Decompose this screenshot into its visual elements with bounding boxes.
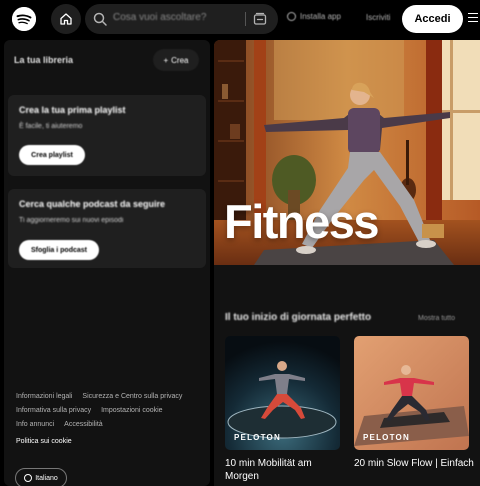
legal-links: Informazioni legali Sicurezza e Centro su… bbox=[16, 390, 206, 432]
create-button[interactable]: + Crea bbox=[153, 49, 199, 71]
episode-tile[interactable]: PELOTON bbox=[354, 336, 469, 450]
legal-link[interactable]: Sicurezza e Centro sulla privacy bbox=[82, 393, 182, 400]
fitness-hero-banner[interactable]: Fitness bbox=[214, 40, 480, 265]
peloton-brand: PELOTON bbox=[234, 433, 281, 442]
legal-link[interactable]: Accessibilità bbox=[64, 421, 103, 428]
section-title: Il tuo inizio di giornata perfetto bbox=[225, 312, 372, 323]
create-playlist-button[interactable]: Crea playlist bbox=[19, 145, 85, 165]
download-icon bbox=[287, 12, 296, 21]
browse-icon[interactable] bbox=[252, 11, 268, 27]
main-content: Fitness Il tuo inizio di giornata perfet… bbox=[214, 40, 480, 486]
episode-tile[interactable]: PELOTON bbox=[225, 336, 340, 450]
episode-title[interactable]: 10 min Mobilität am Morgen bbox=[225, 457, 345, 483]
show-all-link[interactable]: Mostra tutto bbox=[418, 315, 455, 322]
browse-podcasts-button[interactable]: Sfoglia i podcast bbox=[19, 240, 99, 260]
peloton-brand: PELOTON bbox=[363, 433, 410, 442]
install-app-label: Installa app bbox=[300, 12, 341, 21]
browse-podcasts-card: Cerca qualche podcast da seguire Ti aggi… bbox=[8, 189, 206, 268]
library-title: La tua libreria bbox=[14, 55, 74, 65]
legal-link[interactable]: Impostazioni cookie bbox=[101, 407, 162, 414]
library-sidebar: La tua libreria + Crea Crea la tua prima… bbox=[4, 40, 210, 486]
create-label: Crea bbox=[171, 55, 189, 65]
search-icon bbox=[93, 12, 107, 26]
search-input[interactable]: Cosa vuoi ascoltare? bbox=[113, 12, 206, 23]
create-playlist-card: Crea la tua prima playlist È facile, ti … bbox=[8, 95, 206, 176]
home-icon bbox=[60, 13, 72, 25]
browse-podcasts-title: Cerca qualche podcast da seguire bbox=[19, 199, 166, 209]
plus-icon: + bbox=[163, 55, 169, 65]
search-divider bbox=[245, 12, 246, 26]
create-playlist-subtitle: È facile, ti aiuteremo bbox=[19, 123, 83, 130]
spotify-logo-icon[interactable] bbox=[12, 7, 36, 31]
login-button[interactable]: Accedi bbox=[402, 5, 463, 33]
cookie-policy-link[interactable]: Politica sui cookie bbox=[16, 438, 72, 445]
home-button[interactable] bbox=[51, 4, 81, 34]
install-app-link[interactable]: Installa app bbox=[287, 12, 341, 21]
top-bar: Cosa vuoi ascoltare? Installa app Iscriv… bbox=[0, 0, 480, 38]
legal-link[interactable]: Informazioni legali bbox=[16, 393, 72, 400]
signup-link[interactable]: Iscriviti bbox=[366, 13, 390, 22]
hero-title: Fitness bbox=[224, 195, 380, 248]
language-label: Italiano bbox=[35, 474, 58, 482]
episode-title[interactable]: 20 min Slow Flow | Einfach bbox=[354, 457, 474, 470]
create-playlist-title: Crea la tua prima playlist bbox=[19, 105, 126, 115]
menu-icon[interactable] bbox=[468, 13, 478, 23]
search-bar[interactable]: Cosa vuoi ascoltare? bbox=[85, 4, 278, 34]
browse-podcasts-subtitle: Ti aggiorneremo sui nuovi episodi bbox=[19, 217, 124, 224]
legal-link[interactable]: Info annunci bbox=[16, 421, 54, 428]
legal-link[interactable]: Informativa sulla privacy bbox=[16, 407, 91, 414]
language-button[interactable]: Italiano bbox=[15, 468, 67, 486]
globe-icon bbox=[24, 474, 33, 482]
